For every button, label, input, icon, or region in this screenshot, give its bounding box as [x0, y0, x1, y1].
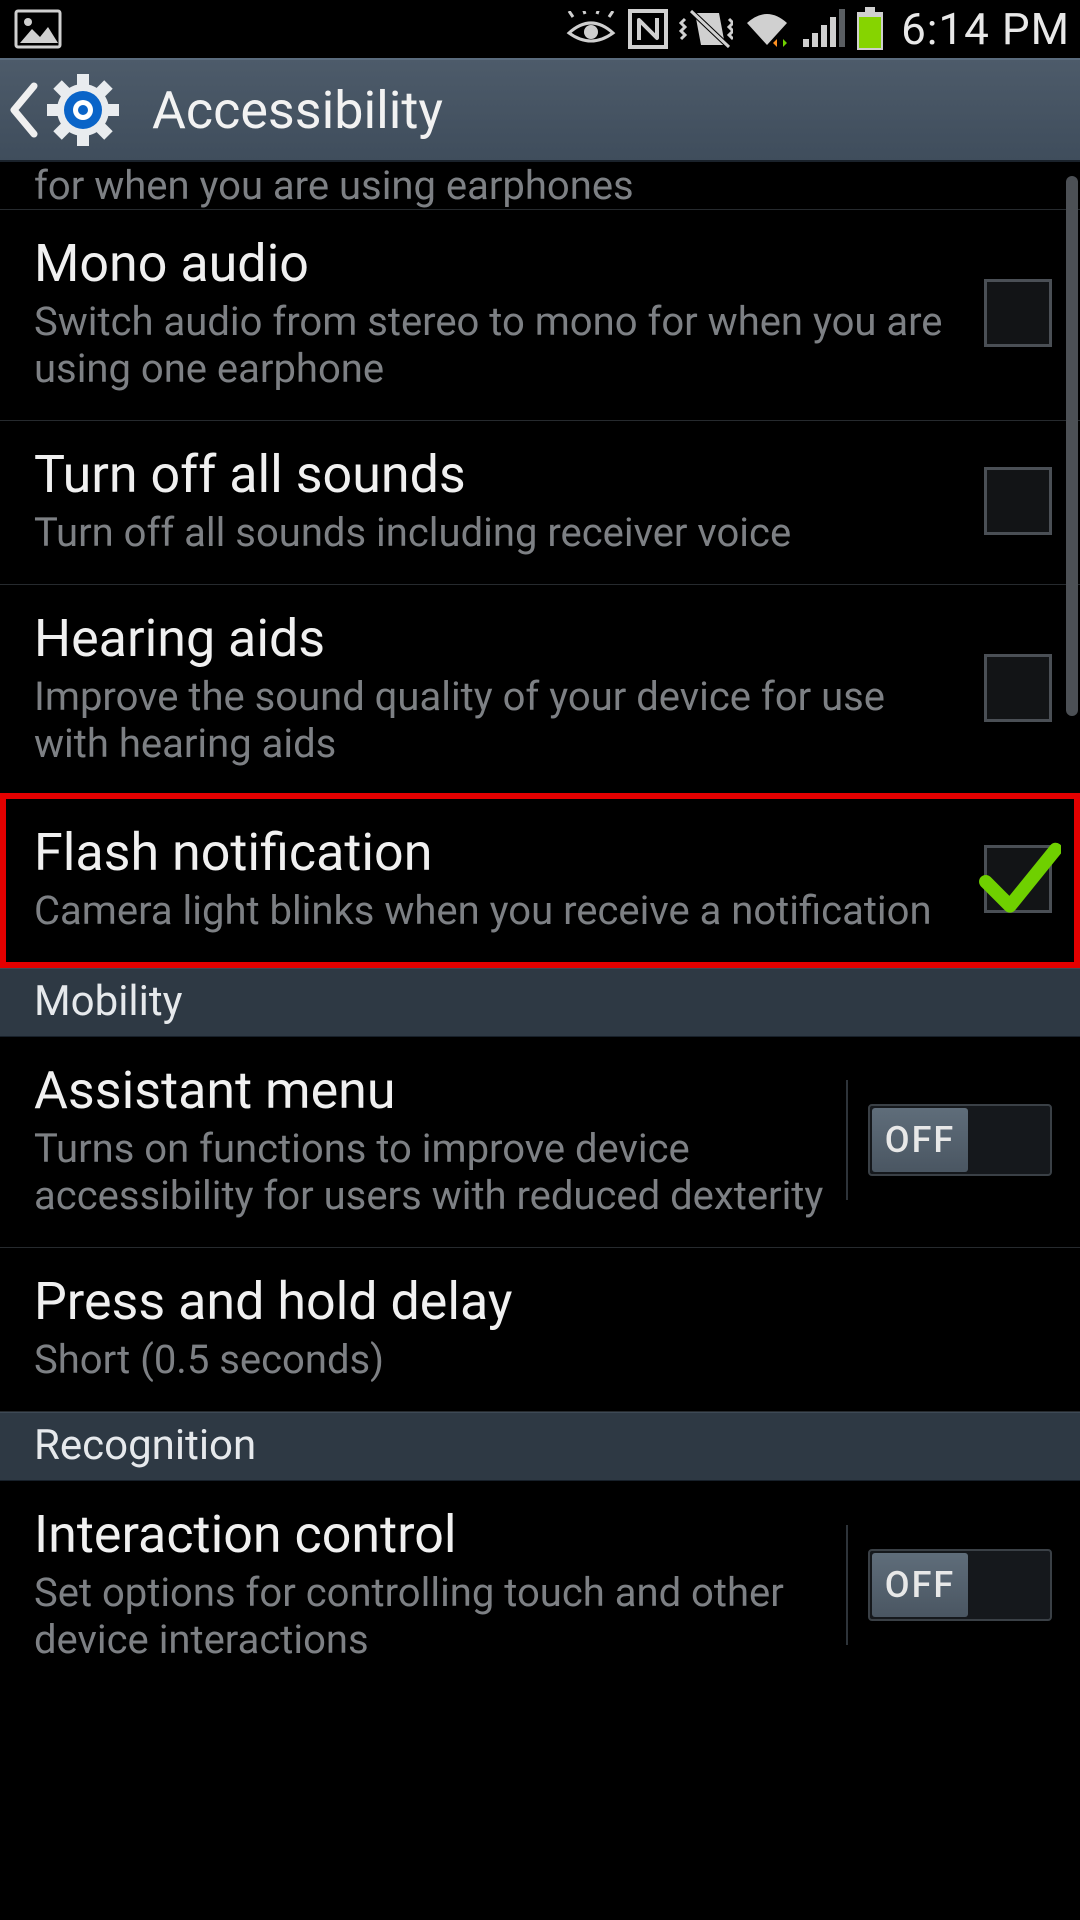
- row-subtitle: Turns on functions to improve device acc…: [34, 1125, 830, 1219]
- row-assistant-menu[interactable]: Assistant menu Turns on functions to imp…: [0, 1037, 1080, 1248]
- separator: [846, 1080, 848, 1200]
- smart-stay-icon: [565, 11, 617, 47]
- row-subtitle: Switch audio from stereo to mono for whe…: [34, 298, 968, 392]
- row-flash-notification[interactable]: Flash notification Camera light blinks w…: [0, 793, 1080, 968]
- row-subtitle: Turn off all sounds including receiver v…: [34, 509, 968, 556]
- row-text: Turn off all sounds Turn off all sounds …: [34, 445, 984, 556]
- row-text: Hearing aids Improve the sound quality o…: [34, 609, 984, 767]
- row-interaction-control[interactable]: Interaction control Set options for cont…: [0, 1481, 1080, 1691]
- battery-icon: [855, 7, 885, 51]
- section-mobility: Mobility: [0, 968, 1080, 1037]
- row-title: Mono audio: [34, 234, 968, 294]
- checkbox-hearing-aids[interactable]: [984, 654, 1052, 722]
- row-subtitle: Camera light blinks when you receive a n…: [34, 887, 968, 934]
- row-control: OFF: [846, 1080, 1052, 1200]
- row-text: Press and hold delay Short (0.5 seconds): [34, 1272, 1052, 1383]
- row-text: Interaction control Set options for cont…: [34, 1505, 846, 1663]
- row-turn-off-sounds[interactable]: Turn off all sounds Turn off all sounds …: [0, 421, 1080, 585]
- row-mono-audio[interactable]: Mono audio Switch audio from stereo to m…: [0, 210, 1080, 421]
- wifi-icon: [743, 9, 791, 49]
- cutoff-previous-item: for when you are using earphones: [0, 162, 1080, 210]
- toggle-assistant-menu[interactable]: OFF: [868, 1104, 1052, 1176]
- vibrate-icon: [679, 7, 733, 51]
- checkbox-turn-off-sounds[interactable]: [984, 467, 1052, 535]
- checkbox-flash-notification[interactable]: [984, 845, 1052, 913]
- action-bar: Accessibility: [0, 58, 1080, 162]
- row-text: Mono audio Switch audio from stereo to m…: [34, 234, 984, 392]
- section-recognition: Recognition: [0, 1412, 1080, 1481]
- row-press-hold-delay[interactable]: Press and hold delay Short (0.5 seconds): [0, 1248, 1080, 1412]
- status-right: 6:14 PM: [565, 3, 1070, 55]
- checkmark-icon: [975, 836, 1061, 922]
- nfc-icon: [627, 8, 669, 50]
- toggle-interaction-control[interactable]: OFF: [868, 1549, 1052, 1621]
- row-control: OFF: [846, 1525, 1052, 1645]
- row-title: Interaction control: [34, 1505, 830, 1565]
- row-text: Flash notification Camera light blinks w…: [34, 823, 984, 934]
- toggle-knob: OFF: [872, 1553, 968, 1617]
- back-icon: [6, 82, 40, 138]
- checkbox-mono-audio[interactable]: [984, 279, 1052, 347]
- scrollbar-thumb[interactable]: [1066, 176, 1078, 716]
- image-icon: [14, 9, 62, 49]
- row-title: Hearing aids: [34, 609, 968, 669]
- row-title: Turn off all sounds: [34, 445, 968, 505]
- status-left: [14, 9, 62, 49]
- status-bar: 6:14 PM: [0, 0, 1080, 58]
- separator: [846, 1525, 848, 1645]
- toggle-knob: OFF: [872, 1108, 968, 1172]
- row-subtitle: Set options for controlling touch and ot…: [34, 1569, 830, 1663]
- row-hearing-aids[interactable]: Hearing aids Improve the sound quality o…: [0, 585, 1080, 796]
- row-title: Flash notification: [34, 823, 968, 883]
- back-button[interactable]: [6, 60, 140, 160]
- row-text: Assistant menu Turns on functions to imp…: [34, 1061, 846, 1219]
- row-subtitle: Improve the sound quality of your device…: [34, 673, 968, 767]
- row-subtitle: Short (0.5 seconds): [34, 1336, 1036, 1383]
- row-title: Press and hold delay: [34, 1272, 1036, 1332]
- settings-list: for when you are using earphones Mono au…: [0, 162, 1080, 1692]
- row-title: Assistant menu: [34, 1061, 830, 1121]
- page-title: Accessibility: [152, 80, 443, 141]
- signal-icon: [801, 9, 845, 49]
- settings-gear-icon: [46, 73, 120, 147]
- status-clock: 6:14 PM: [901, 3, 1070, 55]
